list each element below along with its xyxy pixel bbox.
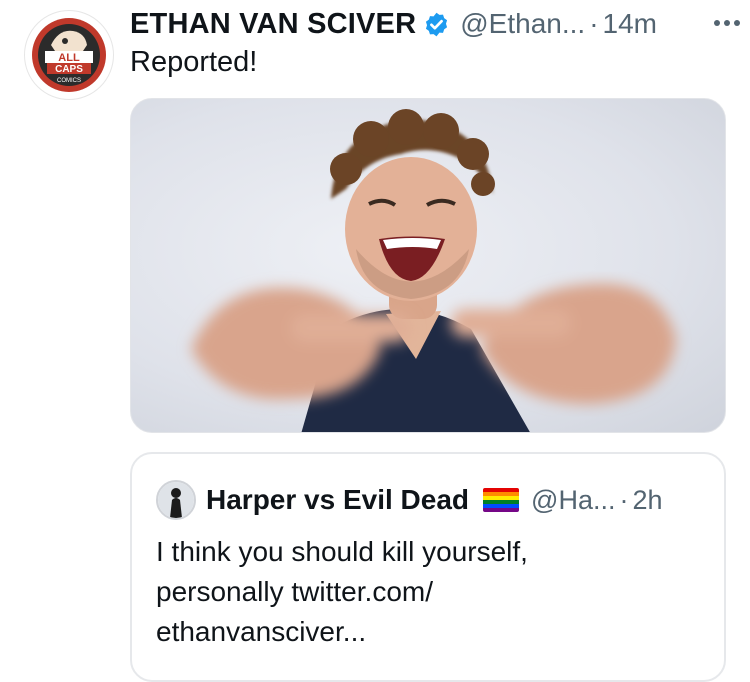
author-avatar[interactable]: ALL CAPS COMICS: [24, 10, 114, 100]
quoted-text-line[interactable]: ethanvansciver...: [156, 612, 676, 652]
quoted-text-line: I think you should kill yourself,: [156, 536, 528, 567]
author-name[interactable]: ETHAN VAN SCIVER: [130, 8, 416, 41]
svg-text:ALL: ALL: [58, 52, 80, 64]
quoted-tweet-text: I think you should kill yourself, person…: [156, 532, 676, 652]
tweet-header: ETHAN VAN SCIVER @Ethan... · 14m: [130, 4, 730, 44]
rainbow-flag-icon: [483, 488, 520, 512]
svg-text:COMICS: COMICS: [57, 78, 81, 84]
verified-badge-icon: [426, 12, 448, 36]
photo-man-pointing: [191, 109, 676, 432]
all-caps-comics-logo: ALL CAPS COMICS: [32, 18, 106, 92]
tweet-text: Reported!: [130, 46, 258, 78]
separator-dot: ·: [589, 8, 599, 39]
more-options-icon[interactable]: [710, 6, 744, 40]
quoted-tweet-header: Harper vs Evil Dead @Ha... · 2h: [156, 480, 663, 520]
quoted-tweet[interactable]: Harper vs Evil Dead @Ha... · 2h I think …: [130, 452, 726, 682]
svg-text:CAPS: CAPS: [55, 64, 83, 75]
author-handle[interactable]: @Ethan...: [460, 8, 585, 40]
quoted-author-handle[interactable]: @Ha...: [531, 485, 615, 516]
person-silhouette-icon: [158, 482, 194, 518]
quoted-author-name[interactable]: Harper vs Evil Dead: [206, 484, 469, 516]
tweet-photo[interactable]: [130, 98, 726, 433]
tweet-timestamp[interactable]: 14m: [603, 8, 657, 40]
separator-dot: ·: [619, 484, 629, 515]
quoted-text-line[interactable]: personally twitter.com/: [156, 572, 676, 612]
quoted-tweet-timestamp[interactable]: 2h: [632, 485, 662, 516]
quoted-author-avatar[interactable]: [156, 480, 196, 520]
